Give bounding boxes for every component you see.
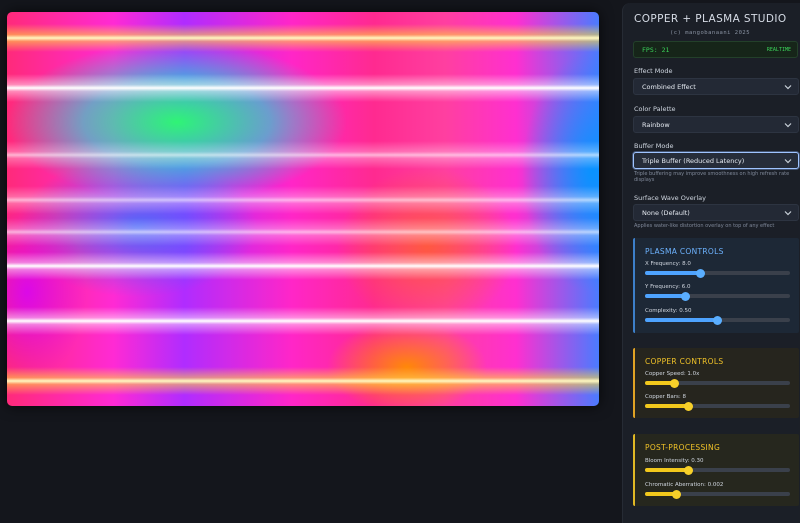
y-frequency-slider[interactable]	[645, 291, 790, 301]
slider-thumb[interactable]	[669, 378, 679, 388]
x-frequency-label: X Frequency: 8.0	[645, 261, 691, 267]
surface-wave-select[interactable]: None (Default)	[633, 204, 799, 221]
effect-mode-value: Combined Effect	[642, 83, 696, 91]
slider-fill	[645, 318, 718, 322]
surface-wave-help: Applies water-like distortion overlay on…	[634, 223, 775, 229]
buffer-mode-label: Buffer Mode	[634, 142, 674, 150]
complexity-slider[interactable]	[645, 315, 790, 325]
slider-fill	[645, 271, 701, 275]
copper-bar	[7, 186, 599, 214]
slider-thumb[interactable]	[672, 489, 682, 499]
copper-controls-section: COPPER CONTROLS Copper Speed: 1.0x Coppe…	[633, 348, 799, 418]
copper-speed-label: Copper Speed: 1.0x	[645, 371, 700, 377]
copper-controls-title: COPPER CONTROLS	[645, 357, 724, 366]
slider-thumb[interactable]	[681, 291, 691, 301]
chevron-down-icon	[784, 85, 792, 90]
copper-bar	[7, 367, 599, 395]
fps-value: FPS: 21	[642, 46, 670, 54]
slider-fill	[645, 404, 689, 408]
fps-display: FPS: 21 REALTIME	[633, 41, 798, 58]
slider-fill	[645, 468, 689, 472]
copper-bars-label: Copper Bars: 8	[645, 394, 686, 400]
post-processing-section: POST-PROCESSING Bloom Intensity: 0.30 Ch…	[633, 434, 799, 506]
slider-thumb[interactable]	[713, 315, 722, 325]
copper-bar	[7, 307, 599, 335]
color-palette-value: Rainbow	[642, 121, 670, 129]
chevron-down-icon	[784, 159, 792, 164]
slider-thumb[interactable]	[695, 268, 705, 278]
plasma-controls-section: PLASMA CONTROLS X Frequency: 8.0 Y Frequ…	[633, 238, 799, 333]
plasma-controls-title: PLASMA CONTROLS	[645, 247, 724, 256]
chevron-down-icon	[784, 123, 792, 128]
color-palette-select[interactable]: Rainbow	[633, 116, 799, 133]
copper-bar	[7, 141, 599, 169]
buffer-mode-help: Triple buffering may improve smoothness …	[634, 171, 790, 183]
copper-bar	[7, 218, 599, 246]
slider-thumb[interactable]	[684, 465, 693, 475]
fps-mode-badge: REALTIME	[766, 46, 791, 53]
slider-fill	[645, 294, 686, 298]
slider-thumb[interactable]	[684, 401, 693, 411]
render-canvas	[7, 12, 599, 406]
chevron-down-icon	[784, 211, 792, 216]
surface-wave-value: None (Default)	[642, 209, 690, 217]
bloom-intensity-slider[interactable]	[645, 465, 790, 475]
copper-speed-slider[interactable]	[645, 378, 790, 388]
chromatic-aberration-slider[interactable]	[645, 489, 790, 499]
post-processing-title: POST-PROCESSING	[645, 443, 721, 452]
copper-bar	[7, 252, 599, 280]
control-panel: COPPER + PLASMA STUDIO (c) mangobanaani …	[622, 3, 800, 523]
chromatic-aberration-label: Chromatic Aberration: 0.002	[645, 482, 724, 488]
buffer-mode-value: Triple Buffer (Reduced Latency)	[642, 157, 745, 165]
complexity-label: Complexity: 0.50	[645, 308, 692, 314]
y-frequency-label: Y Frequency: 6.0	[645, 284, 691, 290]
app-subtitle: (c) mangobanaani 2025	[670, 30, 751, 36]
color-palette-label: Color Palette	[634, 105, 676, 113]
copper-bar	[7, 74, 599, 102]
effect-mode-select[interactable]: Combined Effect	[633, 78, 799, 95]
app-title: COPPER + PLASMA STUDIO	[634, 13, 787, 25]
bloom-intensity-label: Bloom Intensity: 0.30	[645, 458, 704, 464]
x-frequency-slider[interactable]	[645, 268, 790, 278]
surface-wave-label: Surface Wave Overlay	[634, 194, 707, 202]
copper-bars-slider[interactable]	[645, 401, 790, 411]
copper-bar	[7, 24, 599, 52]
buffer-mode-select[interactable]: Triple Buffer (Reduced Latency)	[633, 152, 799, 169]
effect-mode-label: Effect Mode	[634, 67, 673, 75]
